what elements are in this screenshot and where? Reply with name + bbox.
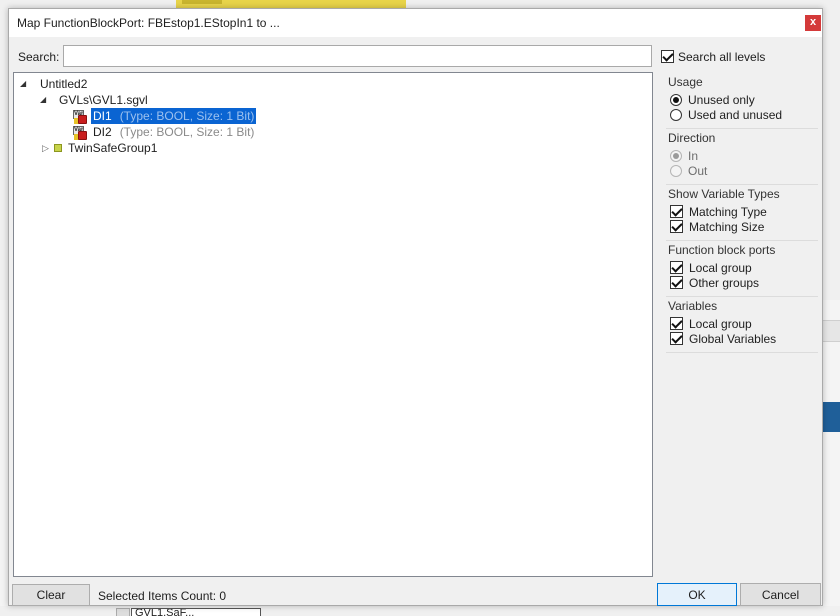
radio-icon[interactable] (670, 108, 682, 121)
variables-group: Variables Local group Global Variables (666, 297, 818, 353)
checkbox-icon[interactable] (670, 317, 683, 331)
direction-in-radio: In (670, 148, 698, 163)
radio-icon (670, 149, 682, 162)
radio-icon (670, 164, 682, 177)
var-local-group-checkbox[interactable]: Local group (670, 316, 752, 331)
background-app-bottom-bar: GVL1.SaF... (0, 606, 840, 616)
variable-tree[interactable]: ◢ Untitled2 ◢ GVLs\GVL1.sgvl Var DI1 (Typ… (13, 72, 653, 577)
function-block-ports-group: Function block ports Local group Other g… (666, 241, 818, 297)
checkbox-icon[interactable] (670, 205, 683, 219)
search-label: Search: (18, 50, 60, 64)
usage-used-and-unused-radio[interactable]: Used and unused (670, 107, 782, 122)
background-combo-button (116, 608, 130, 616)
variable-icon: Var (73, 110, 87, 124)
fb-other-groups-checkbox[interactable]: Other groups (670, 275, 759, 290)
dialog-title: Map FunctionBlockPort: FBEstop1.EStopIn1… (17, 16, 280, 30)
checkbox-icon[interactable] (670, 220, 683, 234)
fb-local-group-checkbox[interactable]: Local group (670, 260, 752, 275)
variables-title: Variables (668, 299, 718, 313)
cancel-button[interactable]: Cancel (740, 583, 821, 606)
tree-node-twinsafegroup[interactable]: TwinSafeGroup1 (68, 140, 157, 156)
tree-item-di1[interactable]: DI1 (Type: BOOL, Size: 1 Bit) (91, 108, 257, 124)
checkbox-icon[interactable] (670, 332, 683, 346)
show-variable-types-title: Show Variable Types (668, 187, 780, 201)
background-app-header (176, 0, 406, 8)
background-combo: GVL1.SaF... (131, 608, 261, 616)
direction-group: Direction In Out (666, 129, 818, 185)
map-function-block-port-dialog: Map FunctionBlockPort: FBEstop1.EStopIn1… (8, 8, 823, 606)
matching-size-checkbox[interactable]: Matching Size (670, 219, 764, 234)
selected-items-count: Selected Items Count: 0 (98, 589, 227, 603)
close-button[interactable]: x (805, 15, 821, 31)
search-all-levels-checkbox[interactable]: Search all levels (661, 49, 765, 64)
function-block-ports-title: Function block ports (668, 243, 776, 257)
radio-icon[interactable] (670, 93, 682, 106)
ok-button[interactable]: OK (657, 583, 737, 606)
usage-group: Usage Unused only Used and unused (666, 73, 818, 129)
clear-button[interactable]: Clear (12, 584, 90, 606)
global-variables-checkbox[interactable]: Global Variables (670, 331, 776, 346)
search-input[interactable] (63, 45, 652, 67)
group-icon (54, 144, 62, 152)
dialog-titlebar: Map FunctionBlockPort: FBEstop1.EStopIn1… (9, 9, 822, 37)
tree-node-root[interactable]: Untitled2 (40, 76, 87, 92)
background-app-right-panel (822, 300, 840, 616)
checkbox-icon[interactable] (670, 261, 683, 275)
collapsed-arrow-icon[interactable]: ▷ (42, 143, 49, 154)
expanded-arrow-icon[interactable]: ◢ (20, 79, 26, 88)
checkbox-icon[interactable] (670, 276, 683, 290)
matching-type-checkbox[interactable]: Matching Type (670, 204, 767, 219)
show-variable-types-group: Show Variable Types Matching Type Matchi… (666, 185, 818, 241)
expanded-arrow-icon[interactable]: ◢ (40, 95, 46, 104)
direction-out-radio: Out (670, 163, 707, 178)
usage-title: Usage (668, 75, 703, 89)
tree-item-di2[interactable]: DI2 (Type: BOOL, Size: 1 Bit) (93, 124, 254, 140)
checkbox-icon[interactable] (661, 50, 674, 64)
variable-icon: Var (73, 126, 87, 140)
usage-unused-only-radio[interactable]: Unused only (670, 92, 755, 107)
direction-title: Direction (668, 131, 716, 145)
tree-node-gvl[interactable]: GVLs\GVL1.sgvl (59, 92, 148, 108)
